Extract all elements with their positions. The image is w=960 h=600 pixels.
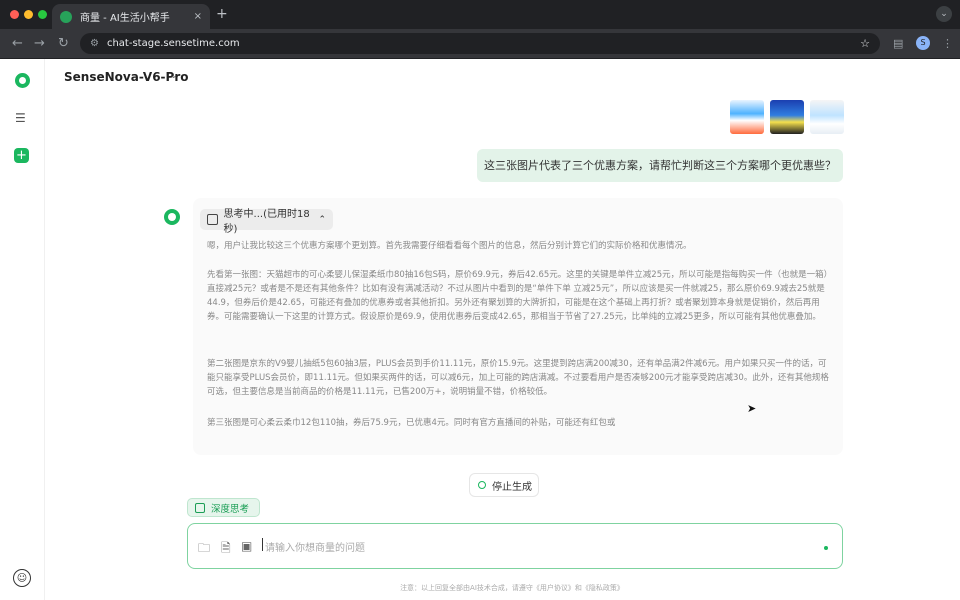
address-bar[interactable]: ⚙ chat-stage.sensetime.com ☆ xyxy=(80,33,880,54)
browser-toolbar: ← → ↻ ⚙ chat-stage.sensetime.com ☆ ▤ ⋮ xyxy=(0,29,960,59)
app-logo-icon[interactable] xyxy=(15,73,30,88)
send-indicator-icon[interactable] xyxy=(824,546,828,550)
assistant-avatar xyxy=(164,209,180,225)
bookmark-star-icon[interactable]: ☆ xyxy=(860,37,870,50)
site-favicon-icon xyxy=(60,10,72,23)
folder-icon[interactable]: 🗀 xyxy=(198,539,210,560)
window-close-icon[interactable] xyxy=(10,10,19,19)
uploaded-image-thumbnail[interactable] xyxy=(770,100,804,134)
new-chat-icon[interactable]: + xyxy=(14,148,29,163)
thinking-paragraph: 嗯，用户让我比较这三个优惠方案哪个更划算。首先我需要仔细看看每个图片的信息，然后… xyxy=(207,241,692,251)
image-icon[interactable]: ▣ xyxy=(241,539,252,553)
browser-menu-icon[interactable]: ⋮ xyxy=(942,37,953,50)
mouse-cursor-icon: ➤ xyxy=(747,402,757,415)
document-icon[interactable]: 🗎 xyxy=(221,539,231,560)
tab-title: 商量 - AI生活小帮手 xyxy=(80,13,170,24)
tab-close-icon[interactable]: × xyxy=(194,11,202,22)
window-minimize-icon[interactable] xyxy=(24,10,33,19)
browser-tab[interactable]: 商量 - AI生活小帮手 × xyxy=(52,4,210,29)
disclaimer-footer: 注意：以上回复全部由AI技术合成，请遵守《用户协议》和《隐私政策》 xyxy=(400,584,624,592)
stop-generation-label: 停止生成 xyxy=(492,481,532,493)
uploaded-image-thumbnail[interactable] xyxy=(810,100,844,134)
deep-think-icon xyxy=(195,502,205,513)
chat-input-box[interactable]: 🗀 🗎 ▣ 请输入你想商量的问题 xyxy=(187,523,843,569)
chat-input-placeholder[interactable]: 请输入你想商量的问题 xyxy=(262,538,365,554)
back-icon[interactable]: ← xyxy=(12,36,23,51)
window-maximize-icon[interactable] xyxy=(38,10,47,19)
site-info-icon[interactable]: ⚙ xyxy=(90,38,99,49)
reload-icon[interactable]: ↻ xyxy=(58,36,69,51)
uploaded-image-thumbnail[interactable] xyxy=(730,100,764,134)
deep-think-toggle[interactable]: 深度思考 xyxy=(187,498,260,517)
thinking-paragraph: 先看第一张图：天猫超市的可心柔婴儿保湿柔纸巾80抽16包S码，原价69.9元，券… xyxy=(207,270,833,322)
tab-search-icon[interactable]: ⌄ xyxy=(936,6,952,22)
profile-avatar[interactable]: S xyxy=(916,36,930,50)
thinking-paragraph: 第二张图是京东的V9婴儿抽纸5包60抽3层，PLUS会员到手价11.11元，原价… xyxy=(207,359,829,397)
browser-tab-strip: 商量 - AI生活小帮手 × + ⌄ xyxy=(0,0,960,29)
thinking-label: 思考中...(已用时18秒) xyxy=(223,208,310,235)
forward-icon[interactable]: → xyxy=(34,36,45,51)
stop-generation-button[interactable]: 停止生成 xyxy=(469,473,539,497)
chevron-up-icon[interactable]: ⌃ xyxy=(318,215,326,225)
thinking-icon xyxy=(207,214,218,225)
thinking-paragraph: 第三张图是可心柔云柔巾12包110抽，券后75.9元，已优惠4元。同时有官方直播… xyxy=(207,418,616,428)
sidebar-toggle-icon[interactable]: ☰ xyxy=(15,111,26,125)
thinking-toggle[interactable]: 思考中...(已用时18秒) ⌃ xyxy=(200,209,333,235)
extensions-icon[interactable]: ▤ xyxy=(893,37,903,50)
chevron-down-icon[interactable]: ⌄ xyxy=(170,71,178,81)
user-message: 这三张图片代表了三个优惠方案，请帮忙判断这三个方案哪个更优惠些？ xyxy=(477,149,843,182)
new-tab-icon[interactable]: + xyxy=(216,6,228,22)
url-text[interactable]: chat-stage.sensetime.com xyxy=(107,38,240,49)
sidebar: ☰ + ☺ xyxy=(0,59,45,600)
stop-icon xyxy=(478,481,486,489)
deep-think-label: 深度思考 xyxy=(211,503,250,515)
